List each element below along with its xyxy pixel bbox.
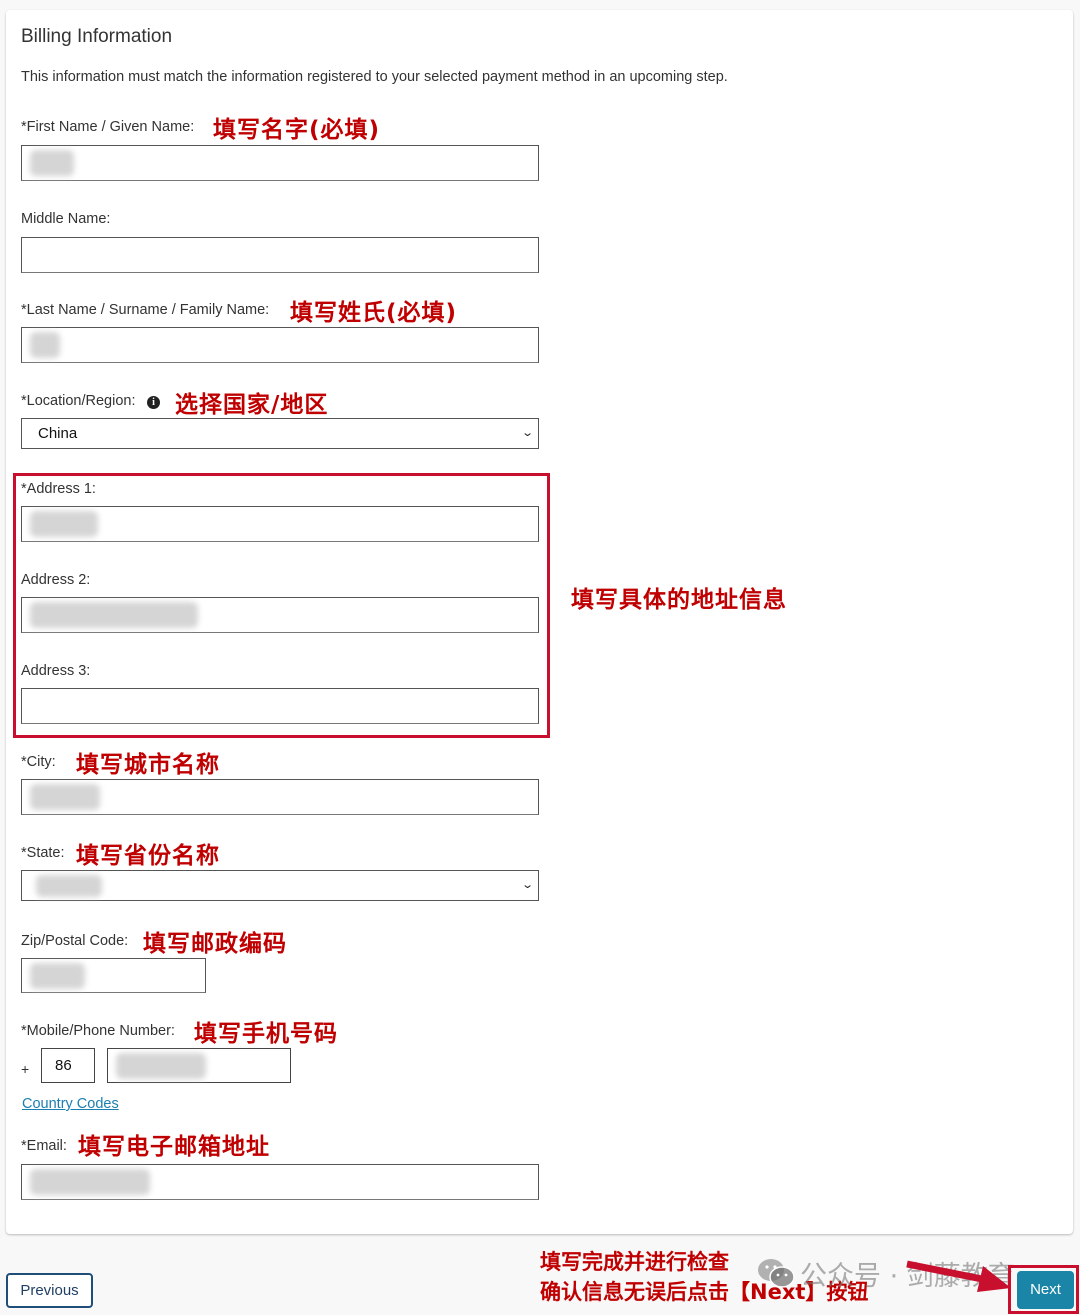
middle-name-label: Middle Name: (21, 211, 111, 227)
state-annotation: 填写省份名称 (76, 843, 220, 869)
state-label: *State: (21, 845, 65, 861)
blurred-value (30, 784, 100, 810)
location-select[interactable]: China ⌄ (21, 418, 539, 449)
phone-annotation: 填写手机号码 (194, 1021, 338, 1047)
country-code-input[interactable]: 86 (41, 1048, 95, 1083)
footer-annotation-line1: 填写完成并进行检查 (540, 1250, 729, 1274)
location-value: China (38, 425, 78, 442)
address-annotation: 填写具体的地址信息 (571, 587, 787, 613)
phone-number-input[interactable] (107, 1048, 291, 1083)
country-codes-link[interactable]: Country Codes (22, 1096, 119, 1112)
last-name-annotation: 填写姓氏(必填) (290, 300, 458, 326)
email-label: *Email: (21, 1138, 67, 1154)
first-name-label: *First Name / Given Name: (21, 119, 195, 135)
zip-annotation: 填写邮政编码 (143, 931, 287, 957)
chevron-down-icon: ⌄ (520, 879, 534, 891)
location-annotation: 选择国家/地区 (175, 392, 329, 418)
blurred-value (30, 332, 60, 358)
blurred-value (116, 1053, 206, 1079)
blurred-value (30, 150, 74, 176)
last-name-input[interactable] (21, 327, 539, 363)
state-select[interactable]: ⌄ (21, 870, 539, 901)
info-icon[interactable]: i (147, 396, 160, 409)
phone-plus-sign: + (21, 1061, 30, 1077)
address1-input[interactable] (21, 506, 539, 542)
arrow-right-icon (906, 1260, 1011, 1292)
city-label: *City: (21, 754, 56, 770)
first-name-annotation: 填写名字(必填) (213, 117, 381, 143)
email-annotation: 填写电子邮箱地址 (78, 1134, 270, 1160)
chevron-down-icon: ⌄ (520, 427, 534, 439)
country-code-value: 86 (55, 1057, 72, 1074)
city-annotation: 填写城市名称 (76, 752, 220, 778)
zip-label: Zip/Postal Code: (21, 933, 129, 949)
city-input[interactable] (21, 779, 539, 815)
page-title: Billing Information (21, 26, 173, 47)
address1-label: *Address 1: (21, 481, 96, 497)
location-label: *Location/Region: (21, 393, 136, 409)
wechat-icon (758, 1259, 795, 1288)
address2-input[interactable] (21, 597, 539, 633)
email-input[interactable] (21, 1164, 539, 1200)
page-subtitle: This information must match the informat… (21, 69, 728, 85)
blurred-value (30, 963, 85, 989)
middle-name-input[interactable] (21, 237, 539, 273)
zip-input[interactable] (21, 958, 206, 993)
blurred-value (30, 1169, 150, 1195)
blurred-value (36, 875, 102, 897)
address2-label: Address 2: (21, 572, 91, 588)
first-name-input[interactable] (21, 145, 539, 181)
previous-button[interactable]: Previous (6, 1273, 93, 1308)
next-button[interactable]: Next (1017, 1271, 1074, 1309)
blurred-value (30, 511, 98, 537)
phone-label: *Mobile/Phone Number: (21, 1023, 175, 1039)
address3-input[interactable] (21, 688, 539, 724)
blurred-value (30, 602, 198, 628)
address3-label: Address 3: (21, 663, 91, 679)
last-name-label: *Last Name / Surname / Family Name: (21, 302, 270, 318)
